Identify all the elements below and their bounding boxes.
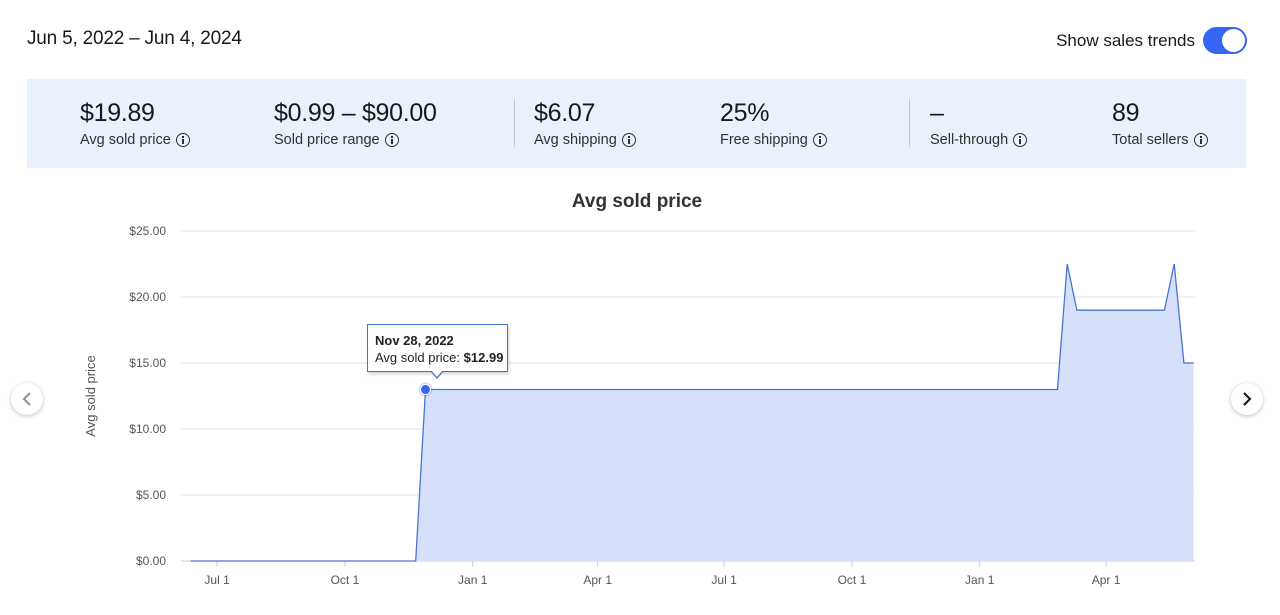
y-axis-title: Avg sold price [83, 355, 98, 436]
info-icon[interactable] [812, 133, 827, 147]
stat-sell-through: – Sell-through [930, 99, 1028, 148]
stat-value: $19.89 [80, 99, 155, 127]
sales-trends-toggle[interactable] [1203, 27, 1247, 54]
x-tick-label: Jan 1 [458, 573, 488, 587]
x-tick-label: Apr 1 [1092, 573, 1121, 587]
tooltip-value: $12.99 [463, 350, 504, 365]
chevron-right-icon [1243, 392, 1252, 406]
x-tick-label: Oct 1 [331, 573, 360, 587]
chart-tooltip: Nov 28, 2022 Avg sold price: $12.99 [367, 324, 508, 372]
y-tick-label: $15.00 [129, 356, 166, 370]
chart-prev-button[interactable] [11, 383, 43, 415]
info-icon[interactable] [175, 133, 190, 147]
avg-sold-price-chart: $0.00 $5.00 $10.00 $15.00 $20.00 $25.00 Jul 1… [83, 224, 1195, 587]
info-icon[interactable] [1193, 133, 1208, 147]
stat-total-sellers: 89 Total sellers [1112, 99, 1208, 148]
series-area [190, 264, 1194, 561]
stat-label: Sold price range [274, 132, 380, 148]
x-axis: Jul 1 Oct 1 Jan 1 Apr 1 Jul 1 Oct 1 Jan 1 Apr 1 [204, 561, 1121, 587]
stat-value: – [930, 99, 944, 127]
chevron-left-icon [22, 392, 31, 406]
info-icon[interactable] [384, 133, 399, 147]
info-icon[interactable] [1013, 133, 1028, 147]
chart-next-button[interactable] [1231, 383, 1263, 415]
stat-label: Free shipping [720, 132, 808, 148]
stat-value: 89 [1112, 99, 1140, 127]
chart-series [190, 263, 1194, 562]
tooltip-date: Nov 28, 2022 [375, 333, 454, 348]
info-icon[interactable] [621, 133, 636, 147]
stat-label: Avg shipping [534, 132, 617, 148]
stat-avg-sold-price: $19.89 Avg sold price [80, 99, 190, 148]
sales-trends-control: Show sales trends [1056, 27, 1247, 54]
stat-value: 25% [720, 99, 770, 127]
stat-label: Sell-through [930, 132, 1009, 148]
stat-value: $6.07 [534, 99, 596, 127]
y-axis: $0.00 $5.00 $10.00 $15.00 $20.00 $25.00 [129, 224, 166, 568]
stat-label: Avg sold price [80, 132, 171, 148]
toggle-knob [1222, 29, 1245, 52]
stat-sold-price-range: $0.99 – $90.00 Sold price range [274, 99, 437, 148]
x-tick-label: Jan 1 [965, 573, 995, 587]
highlight-point [419, 384, 431, 396]
stat-value: $0.99 – $90.00 [274, 99, 437, 127]
chart-title: Avg sold price [571, 191, 703, 212]
tooltip-caret [430, 370, 444, 379]
date-range: Jun 5, 2022 – Jun 4, 2024 [27, 28, 242, 49]
x-tick-label: Jul 1 [711, 573, 737, 587]
stat-free-shipping: 25% Free shipping [720, 99, 827, 148]
tooltip-label: Avg sold price: [375, 350, 461, 365]
x-tick-label: Apr 1 [583, 573, 612, 587]
stats-divider [909, 99, 910, 147]
stats-divider [514, 99, 515, 147]
y-tick-label: $25.00 [129, 224, 166, 238]
stat-label: Total sellers [1112, 132, 1189, 148]
stat-avg-shipping: $6.07 Avg shipping [534, 99, 636, 148]
y-tick-label: $20.00 [129, 290, 166, 304]
y-tick-label: $5.00 [136, 488, 166, 502]
x-tick-label: Jul 1 [204, 573, 230, 587]
stats-panel: $19.89 Avg sold price $0.99 – $90.00 Sol… [27, 79, 1246, 168]
x-tick-label: Oct 1 [838, 573, 867, 587]
sales-trends-label: Show sales trends [1056, 30, 1195, 50]
y-tick-label: $10.00 [129, 422, 166, 436]
y-tick-label: $0.00 [136, 554, 166, 568]
